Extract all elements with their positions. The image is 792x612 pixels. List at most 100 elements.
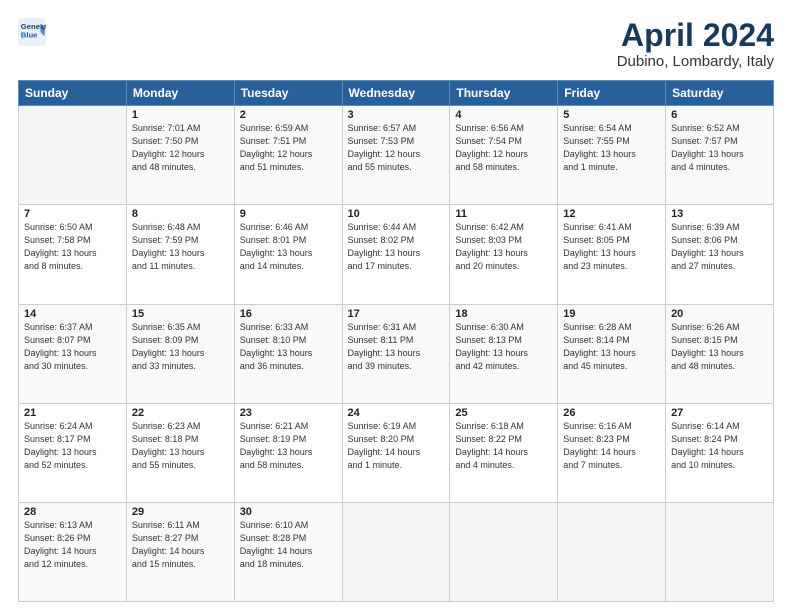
- col-header-tuesday: Tuesday: [234, 81, 342, 106]
- day-info: Sunrise: 6:46 AM Sunset: 8:01 PM Dayligh…: [240, 221, 337, 273]
- col-header-wednesday: Wednesday: [342, 81, 450, 106]
- col-header-sunday: Sunday: [19, 81, 127, 106]
- day-cell: 18Sunrise: 6:30 AM Sunset: 8:13 PM Dayli…: [450, 304, 558, 403]
- day-cell: 22Sunrise: 6:23 AM Sunset: 8:18 PM Dayli…: [126, 403, 234, 502]
- day-cell: 28Sunrise: 6:13 AM Sunset: 8:26 PM Dayli…: [19, 502, 127, 601]
- day-cell: 21Sunrise: 6:24 AM Sunset: 8:17 PM Dayli…: [19, 403, 127, 502]
- day-cell: 3Sunrise: 6:57 AM Sunset: 7:53 PM Daylig…: [342, 106, 450, 205]
- day-info: Sunrise: 6:35 AM Sunset: 8:09 PM Dayligh…: [132, 321, 229, 373]
- day-info: Sunrise: 6:11 AM Sunset: 8:27 PM Dayligh…: [132, 519, 229, 571]
- day-info: Sunrise: 6:37 AM Sunset: 8:07 PM Dayligh…: [24, 321, 121, 373]
- day-info: Sunrise: 6:31 AM Sunset: 8:11 PM Dayligh…: [348, 321, 445, 373]
- header-row: SundayMondayTuesdayWednesdayThursdayFrid…: [19, 81, 774, 106]
- day-info: Sunrise: 6:44 AM Sunset: 8:02 PM Dayligh…: [348, 221, 445, 273]
- day-info: Sunrise: 6:52 AM Sunset: 7:57 PM Dayligh…: [671, 122, 768, 174]
- calendar-body: 1Sunrise: 7:01 AM Sunset: 7:50 PM Daylig…: [19, 106, 774, 602]
- day-info: Sunrise: 6:13 AM Sunset: 8:26 PM Dayligh…: [24, 519, 121, 571]
- day-cell: 13Sunrise: 6:39 AM Sunset: 8:06 PM Dayli…: [666, 205, 774, 304]
- day-number: 7: [24, 208, 121, 220]
- day-cell: 6Sunrise: 6:52 AM Sunset: 7:57 PM Daylig…: [666, 106, 774, 205]
- day-number: 2: [240, 109, 337, 121]
- day-info: Sunrise: 6:54 AM Sunset: 7:55 PM Dayligh…: [563, 122, 660, 174]
- day-cell: 12Sunrise: 6:41 AM Sunset: 8:05 PM Dayli…: [558, 205, 666, 304]
- day-cell: 8Sunrise: 6:48 AM Sunset: 7:59 PM Daylig…: [126, 205, 234, 304]
- day-number: 3: [348, 109, 445, 121]
- svg-text:Blue: Blue: [21, 31, 38, 40]
- calendar-table: SundayMondayTuesdayWednesdayThursdayFrid…: [18, 80, 774, 602]
- day-cell: 5Sunrise: 6:54 AM Sunset: 7:55 PM Daylig…: [558, 106, 666, 205]
- day-cell: 10Sunrise: 6:44 AM Sunset: 8:02 PM Dayli…: [342, 205, 450, 304]
- day-number: 4: [455, 109, 552, 121]
- day-cell: [342, 502, 450, 601]
- day-number: 19: [563, 308, 660, 320]
- week-row-4: 28Sunrise: 6:13 AM Sunset: 8:26 PM Dayli…: [19, 502, 774, 601]
- day-cell: [19, 106, 127, 205]
- day-info: Sunrise: 6:48 AM Sunset: 7:59 PM Dayligh…: [132, 221, 229, 273]
- day-number: 14: [24, 308, 121, 320]
- day-number: 8: [132, 208, 229, 220]
- day-info: Sunrise: 6:19 AM Sunset: 8:20 PM Dayligh…: [348, 420, 445, 472]
- day-info: Sunrise: 6:56 AM Sunset: 7:54 PM Dayligh…: [455, 122, 552, 174]
- day-info: Sunrise: 6:59 AM Sunset: 7:51 PM Dayligh…: [240, 122, 337, 174]
- day-info: Sunrise: 6:10 AM Sunset: 8:28 PM Dayligh…: [240, 519, 337, 571]
- day-number: 16: [240, 308, 337, 320]
- calendar-header: SundayMondayTuesdayWednesdayThursdayFrid…: [19, 81, 774, 106]
- day-number: 22: [132, 407, 229, 419]
- day-info: Sunrise: 6:18 AM Sunset: 8:22 PM Dayligh…: [455, 420, 552, 472]
- day-cell: 9Sunrise: 6:46 AM Sunset: 8:01 PM Daylig…: [234, 205, 342, 304]
- week-row-1: 7Sunrise: 6:50 AM Sunset: 7:58 PM Daylig…: [19, 205, 774, 304]
- col-header-monday: Monday: [126, 81, 234, 106]
- day-cell: [666, 502, 774, 601]
- week-row-0: 1Sunrise: 7:01 AM Sunset: 7:50 PM Daylig…: [19, 106, 774, 205]
- day-cell: 11Sunrise: 6:42 AM Sunset: 8:03 PM Dayli…: [450, 205, 558, 304]
- day-info: Sunrise: 6:30 AM Sunset: 8:13 PM Dayligh…: [455, 321, 552, 373]
- day-info: Sunrise: 6:16 AM Sunset: 8:23 PM Dayligh…: [563, 420, 660, 472]
- day-cell: [450, 502, 558, 601]
- day-number: 21: [24, 407, 121, 419]
- header: General Blue April 2024 Dubino, Lombardy…: [18, 18, 774, 70]
- week-row-3: 21Sunrise: 6:24 AM Sunset: 8:17 PM Dayli…: [19, 403, 774, 502]
- day-number: 17: [348, 308, 445, 320]
- day-cell: 29Sunrise: 6:11 AM Sunset: 8:27 PM Dayli…: [126, 502, 234, 601]
- day-number: 11: [455, 208, 552, 220]
- day-number: 12: [563, 208, 660, 220]
- day-number: 5: [563, 109, 660, 121]
- day-info: Sunrise: 6:42 AM Sunset: 8:03 PM Dayligh…: [455, 221, 552, 273]
- day-cell: 14Sunrise: 6:37 AM Sunset: 8:07 PM Dayli…: [19, 304, 127, 403]
- day-info: Sunrise: 7:01 AM Sunset: 7:50 PM Dayligh…: [132, 122, 229, 174]
- day-number: 23: [240, 407, 337, 419]
- day-info: Sunrise: 6:24 AM Sunset: 8:17 PM Dayligh…: [24, 420, 121, 472]
- day-cell: 24Sunrise: 6:19 AM Sunset: 8:20 PM Dayli…: [342, 403, 450, 502]
- day-cell: 16Sunrise: 6:33 AM Sunset: 8:10 PM Dayli…: [234, 304, 342, 403]
- day-cell: 23Sunrise: 6:21 AM Sunset: 8:19 PM Dayli…: [234, 403, 342, 502]
- day-info: Sunrise: 6:26 AM Sunset: 8:15 PM Dayligh…: [671, 321, 768, 373]
- col-header-friday: Friday: [558, 81, 666, 106]
- day-cell: 30Sunrise: 6:10 AM Sunset: 8:28 PM Dayli…: [234, 502, 342, 601]
- logo-icon: General Blue: [18, 18, 46, 46]
- day-info: Sunrise: 6:14 AM Sunset: 8:24 PM Dayligh…: [671, 420, 768, 472]
- day-info: Sunrise: 6:33 AM Sunset: 8:10 PM Dayligh…: [240, 321, 337, 373]
- day-number: 26: [563, 407, 660, 419]
- day-info: Sunrise: 6:21 AM Sunset: 8:19 PM Dayligh…: [240, 420, 337, 472]
- day-number: 9: [240, 208, 337, 220]
- day-cell: 7Sunrise: 6:50 AM Sunset: 7:58 PM Daylig…: [19, 205, 127, 304]
- day-number: 29: [132, 506, 229, 518]
- day-number: 28: [24, 506, 121, 518]
- day-cell: 4Sunrise: 6:56 AM Sunset: 7:54 PM Daylig…: [450, 106, 558, 205]
- day-number: 25: [455, 407, 552, 419]
- logo: General Blue: [18, 18, 46, 46]
- col-header-thursday: Thursday: [450, 81, 558, 106]
- day-cell: [558, 502, 666, 601]
- week-row-2: 14Sunrise: 6:37 AM Sunset: 8:07 PM Dayli…: [19, 304, 774, 403]
- day-info: Sunrise: 6:41 AM Sunset: 8:05 PM Dayligh…: [563, 221, 660, 273]
- day-info: Sunrise: 6:50 AM Sunset: 7:58 PM Dayligh…: [24, 221, 121, 273]
- day-number: 10: [348, 208, 445, 220]
- day-number: 27: [671, 407, 768, 419]
- day-info: Sunrise: 6:39 AM Sunset: 8:06 PM Dayligh…: [671, 221, 768, 273]
- day-info: Sunrise: 6:57 AM Sunset: 7:53 PM Dayligh…: [348, 122, 445, 174]
- day-number: 6: [671, 109, 768, 121]
- day-cell: 17Sunrise: 6:31 AM Sunset: 8:11 PM Dayli…: [342, 304, 450, 403]
- day-cell: 1Sunrise: 7:01 AM Sunset: 7:50 PM Daylig…: [126, 106, 234, 205]
- day-number: 13: [671, 208, 768, 220]
- page: General Blue April 2024 Dubino, Lombardy…: [0, 0, 792, 612]
